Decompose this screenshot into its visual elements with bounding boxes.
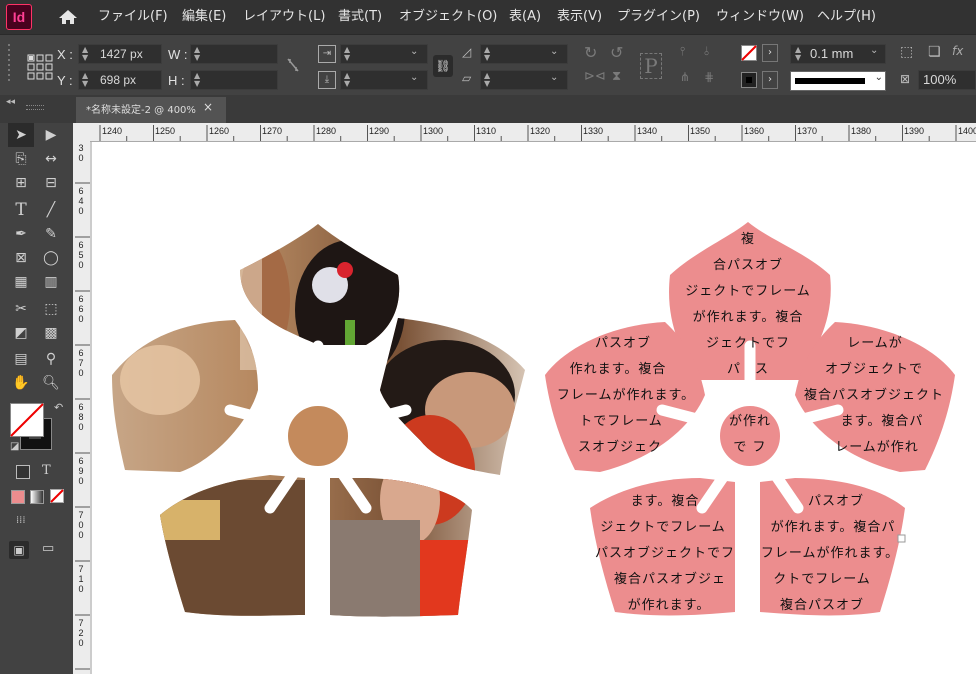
petal-text[interactable]: トでフレーム [556,410,686,429]
petal-text[interactable]: 複合パスオブジェ [604,568,736,587]
petal-text[interactable]: 作れます。複合 [548,358,688,377]
petal-text[interactable]: が作れます。複合 [664,306,832,325]
petal-text[interactable]: ジェクトでフ [680,332,816,351]
petal-text[interactable]: パスオブ [786,490,886,509]
petal-text[interactable]: レームが [820,332,930,351]
petal-text[interactable]: フレームが作れます。 [546,384,706,403]
petal-text[interactable]: パスオブ [568,332,678,351]
petal-text[interactable]: レームが作れ [812,436,942,455]
petal-text[interactable]: ジェクトでフレーム [664,280,832,299]
petal-text[interactable]: 複 [700,228,796,247]
petal-text[interactable]: 複合パスオブ [764,594,880,613]
petal-text[interactable]: ジェクトでフレーム [588,516,738,535]
petal-text[interactable]: 合パスオブ [680,254,816,273]
petal-text[interactable]: スオブジェク [560,436,680,455]
petal-text[interactable]: フレームが作れます。 [760,542,900,561]
petal-text[interactable]: ます。複合 [600,490,730,509]
petal-text[interactable]: が作れます。複合パ [760,516,906,535]
center-text[interactable]: で フ [716,436,784,455]
petal-text[interactable]: が作れます。 [614,594,724,613]
out-port-handle[interactable] [897,534,906,543]
petal-text[interactable]: オブジェクトで [808,358,940,377]
center-text[interactable]: が作れ [716,410,784,429]
petal-text[interactable]: クトでフレーム [762,568,882,587]
petal-text[interactable]: パ ス [700,358,796,377]
petal-text[interactable]: パスオブジェクトでフ [592,542,738,561]
petal-text[interactable]: ます。複合パ [822,410,942,429]
petal-text[interactable]: 複合パスオブジェクト [794,384,954,403]
